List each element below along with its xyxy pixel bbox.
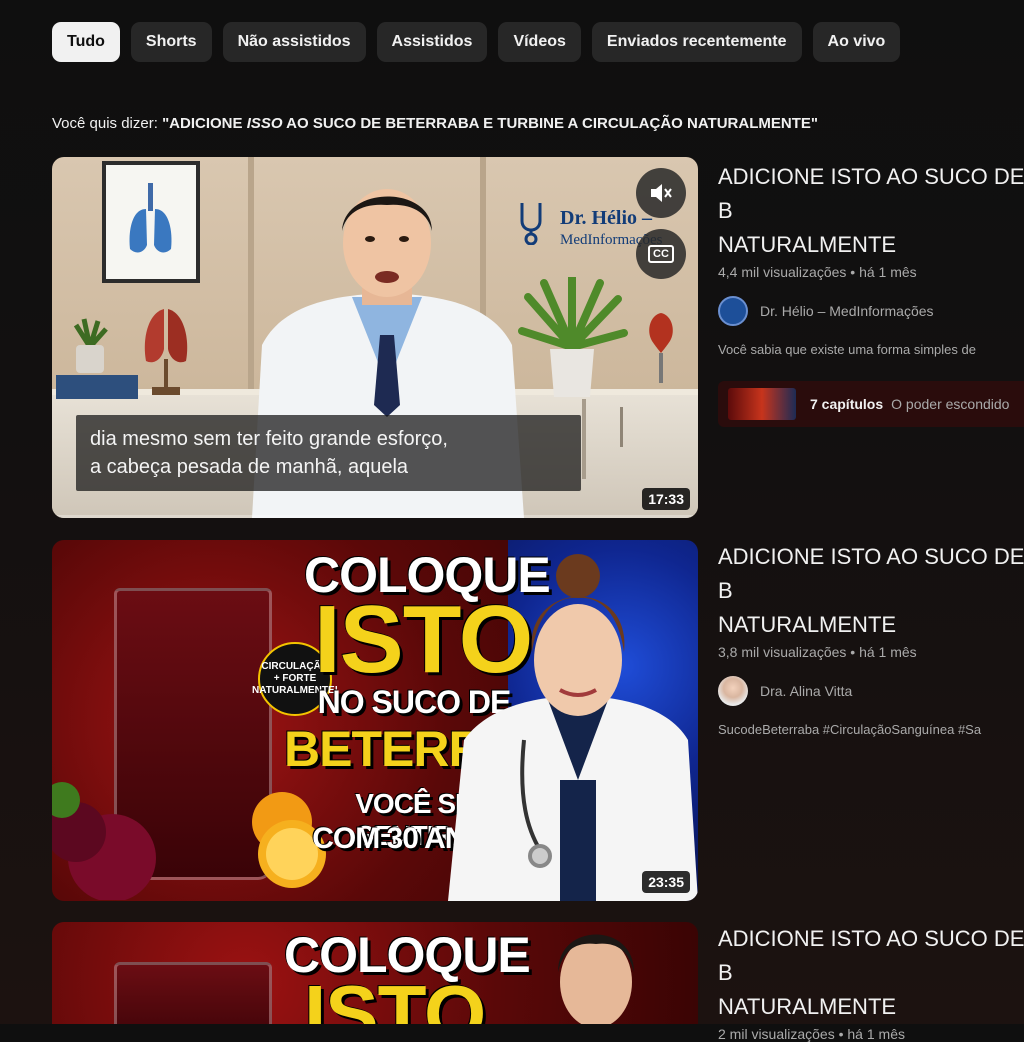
video-meta: ADICIONE ISTO AO SUCO DE B NATURALMENTE … bbox=[718, 157, 1024, 427]
did-you-mean-prefix: Você quis dizer: bbox=[52, 115, 163, 132]
view-count-and-date: 3,8 mil visualizações • há 1 mês bbox=[718, 644, 917, 660]
lungs-poster bbox=[102, 161, 200, 283]
caption-overlay: dia mesmo sem ter feito grande esforço, … bbox=[76, 415, 581, 491]
view-count-and-date: 4,4 mil visualizações • há 1 mês bbox=[718, 264, 917, 280]
muted-speaker-icon bbox=[651, 184, 672, 202]
beets-and-oranges bbox=[52, 782, 156, 900]
duration-badge: 23:35 bbox=[642, 871, 690, 893]
video-result: Dr. Hélio – MedInformações CC dia mesmo … bbox=[52, 157, 1024, 518]
video-thumbnail[interactable]: CIRCULAÇÃO + FORTE NATURALMENTE! COLOQUE… bbox=[52, 540, 698, 901]
suggestion-part2: AO SUCO DE BETERRABA E TURBINE A CIRCULA… bbox=[282, 115, 818, 132]
video-result: CIRCULAÇÃO + FORTE NATURALMENTE! COLOQUE… bbox=[52, 540, 1024, 901]
chip-videos[interactable]: Vídeos bbox=[498, 22, 581, 62]
channel-name[interactable]: Dr. Hélio – MedInformações bbox=[760, 303, 934, 319]
video-thumbnail[interactable]: COLOQUE ISTO bbox=[52, 922, 698, 1024]
video-result: COLOQUE ISTO ADICIONE ISTO AO SUCO DE B … bbox=[52, 922, 1024, 1042]
chip-shorts[interactable]: Shorts bbox=[130, 22, 212, 62]
did-you-mean-suggestion[interactable]: "ADICIONE ISSO AO SUCO DE BETERRABA E TU… bbox=[162, 115, 818, 132]
video-meta: ADICIONE ISTO AO SUCO DE B NATURALMENTE … bbox=[718, 540, 1024, 737]
preview-progress-bar bbox=[52, 515, 698, 518]
channel-name[interactable]: Dra. Alina Vitta bbox=[760, 683, 852, 699]
chapter-title: O poder escondido bbox=[891, 396, 1010, 412]
thumb-headline-2: ISTO bbox=[304, 969, 486, 1025]
mute-button[interactable] bbox=[636, 168, 686, 218]
potted-plant bbox=[514, 273, 630, 404]
drawer-line bbox=[582, 399, 586, 479]
lungs-model bbox=[140, 299, 192, 404]
doctor-figure bbox=[428, 540, 698, 901]
chapters-count: 7 capítulos bbox=[810, 396, 884, 412]
channel-avatar[interactable] bbox=[718, 676, 748, 706]
chip-nao-assistidos[interactable]: Não assistidos bbox=[222, 22, 366, 62]
channel-row[interactable]: Dra. Alina Vitta bbox=[718, 676, 1024, 706]
suggestion-part1: "ADICIONE bbox=[162, 115, 247, 132]
chip-tudo[interactable]: Tudo bbox=[52, 22, 120, 62]
video-title[interactable]: ADICIONE ISTO AO SUCO DE B NATURALMENTE bbox=[718, 922, 1024, 1024]
caption-line-1: dia mesmo sem ter feito grande esforço, bbox=[90, 428, 448, 450]
duration-badge: 17:33 bbox=[642, 488, 690, 510]
captions-button[interactable]: CC bbox=[636, 229, 686, 279]
cc-icon: CC bbox=[648, 245, 674, 263]
small-plant bbox=[70, 317, 110, 380]
video-title[interactable]: ADICIONE ISTO AO SUCO DE B NATURALMENTE bbox=[718, 540, 1024, 642]
chip-enviados-recentemente[interactable]: Enviados recentemente bbox=[591, 22, 802, 62]
doctor-figure bbox=[558, 934, 634, 1024]
view-count-and-date: 2 mil visualizações • há 1 mês bbox=[718, 1026, 905, 1042]
video-meta: ADICIONE ISTO AO SUCO DE B NATURALMENTE … bbox=[718, 922, 1024, 1042]
chapters-strip[interactable]: 7 capítulos O poder escondido bbox=[718, 381, 1024, 427]
drawer-handle bbox=[620, 407, 623, 447]
channel-row[interactable]: Dr. Hélio – MedInformações bbox=[718, 296, 1024, 326]
chip-ao-vivo[interactable]: Ao vivo bbox=[812, 22, 901, 62]
heart-model bbox=[646, 309, 676, 394]
chapter-thumbnail bbox=[728, 388, 796, 420]
chip-assistidos[interactable]: Assistidos bbox=[376, 22, 488, 62]
lungs-icon bbox=[106, 165, 196, 279]
caption-line-2: a cabeça pesada de manhã, aquela bbox=[90, 456, 409, 478]
video-description-snippet: SucodeBeterraba #CirculaçãoSanguínea #Sa bbox=[718, 722, 982, 737]
did-you-mean: Você quis dizer: "ADICIONE ISSO AO SUCO … bbox=[52, 115, 818, 132]
video-title[interactable]: ADICIONE ISTO AO SUCO DE B NATURALMENTE bbox=[718, 160, 1024, 262]
stethoscope-icon bbox=[520, 203, 542, 245]
video-description-snippet: Você sabia que existe uma forma simples … bbox=[718, 342, 976, 357]
filter-chips-bar: Tudo Shorts Não assistidos Assistidos Ví… bbox=[52, 22, 901, 62]
suggestion-italic: ISSO bbox=[246, 115, 283, 132]
channel-avatar[interactable] bbox=[718, 296, 748, 326]
video-thumbnail[interactable]: Dr. Hélio – MedInformações CC dia mesmo … bbox=[52, 157, 698, 518]
beet-juice-glass bbox=[114, 962, 272, 1024]
